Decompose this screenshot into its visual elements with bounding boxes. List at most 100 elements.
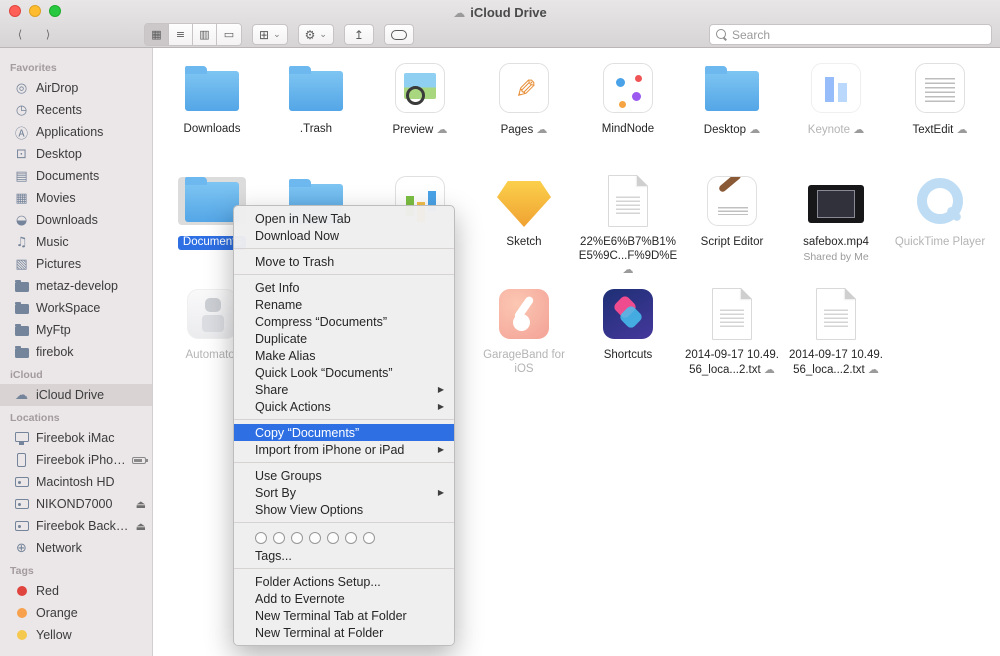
close-button[interactable]	[9, 5, 21, 17]
menu-item-rename[interactable]: Rename	[234, 296, 454, 313]
sidebar-item-movies[interactable]: ▦Movies	[0, 187, 152, 209]
sidebar-item-firebok[interactable]: firebok	[0, 341, 152, 363]
share-button[interactable]: ↥	[344, 24, 374, 45]
menu-item-make-alias[interactable]: Make Alias	[234, 347, 454, 364]
column-view-button[interactable]: ▥	[193, 24, 217, 45]
back-button[interactable]: ⟨	[8, 24, 32, 45]
sidebar-item-myftp[interactable]: MyFtp	[0, 319, 152, 341]
menu-item-copy-documents[interactable]: Copy “Documents”	[234, 424, 454, 441]
file-trash-folder[interactable]: .Trash	[264, 59, 368, 172]
keynote-app-icon	[811, 63, 861, 113]
sidebar-item-fireebok-iphone[interactable]: Fireebok iPhone	[0, 449, 152, 471]
menu-item-share[interactable]: Share▶	[234, 381, 454, 398]
folder-icon	[15, 282, 29, 292]
text-file-icon	[712, 288, 752, 340]
file-sketch-app[interactable]: Sketch	[472, 172, 576, 285]
tag-circle[interactable]	[345, 532, 357, 544]
sidebar-item-tag-red[interactable]: Red	[0, 580, 152, 602]
sidebar-item-applications[interactable]: ⒶApplications	[0, 121, 152, 143]
cloud-icon: ☁	[13, 388, 30, 403]
submenu-arrow-icon: ▶	[438, 402, 444, 411]
tag-circle[interactable]	[255, 532, 267, 544]
search-input[interactable]	[732, 28, 985, 42]
imac-icon	[15, 432, 29, 442]
menu-item-get-info[interactable]: Get Info	[234, 279, 454, 296]
sidebar-item-nikond7000[interactable]: NIKOND7000⏏	[0, 493, 152, 515]
menu-item-new-terminal[interactable]: New Terminal at Folder	[234, 624, 454, 641]
forward-button[interactable]: ⟩	[36, 24, 60, 45]
menu-item-import-from-iphone[interactable]: Import from iPhone or iPad▶	[234, 441, 454, 458]
sidebar-item-recents[interactable]: ◷Recents	[0, 99, 152, 121]
sidebar-item-desktop[interactable]: ⊡Desktop	[0, 143, 152, 165]
menu-item-compress[interactable]: Compress “Documents”	[234, 313, 454, 330]
list-view-button[interactable]: ≡	[169, 24, 193, 45]
menu-separator	[234, 522, 454, 523]
minimize-button[interactable]	[29, 5, 41, 17]
textedit-app-icon	[915, 63, 965, 113]
sidebar-item-downloads[interactable]: ◒Downloads	[0, 209, 152, 231]
menu-item-add-to-evernote[interactable]: Add to Evernote	[234, 590, 454, 607]
search-icon	[716, 29, 728, 41]
menu-item-sort-by[interactable]: Sort By▶	[234, 484, 454, 501]
group-icon: ⊞	[259, 28, 269, 42]
desktop-icon: ⊡	[13, 147, 30, 162]
cloud-icon: ☁	[437, 123, 448, 136]
menu-item-show-view-options[interactable]: Show View Options	[234, 501, 454, 518]
eject-icon[interactable]: ⏏	[136, 498, 146, 511]
file-desktop-folder[interactable]: Desktop ☁	[680, 59, 784, 172]
menu-item-quick-look[interactable]: Quick Look “Documents”	[234, 364, 454, 381]
file-2014-txt-2[interactable]: 2014-09-17 10.49.56_loca...2.txt ☁	[784, 285, 888, 398]
menu-item-move-to-trash[interactable]: Move to Trash	[234, 253, 454, 270]
sidebar-item-airdrop[interactable]: ◎AirDrop	[0, 77, 152, 99]
menu-item-download-now[interactable]: Download Now	[234, 227, 454, 244]
search-field[interactable]	[709, 24, 992, 45]
menu-item-use-groups[interactable]: Use Groups	[234, 467, 454, 484]
file-garageband-app[interactable]: GarageBand for iOS	[472, 285, 576, 398]
file-textedit-app[interactable]: TextEdit ☁	[888, 59, 992, 172]
sidebar-item-documents[interactable]: ▤Documents	[0, 165, 152, 187]
file-pages-app[interactable]: Pages ☁	[472, 59, 576, 172]
sidebar-item-network[interactable]: ⊕Network	[0, 537, 152, 559]
sidebar-item-tag-yellow[interactable]: Yellow	[0, 624, 152, 646]
file-mindnode-app[interactable]: MindNode	[576, 59, 680, 172]
zoom-button[interactable]	[49, 5, 61, 17]
sidebar-item-tag-orange[interactable]: Orange	[0, 602, 152, 624]
tag-circle[interactable]	[363, 532, 375, 544]
eject-icon[interactable]: ⏏	[136, 520, 146, 533]
menu-item-tags[interactable]: Tags...	[234, 547, 454, 564]
tag-circle[interactable]	[273, 532, 285, 544]
edit-tags-button[interactable]	[384, 24, 414, 45]
sidebar-item-fireebok-imac[interactable]: Fireebok iMac	[0, 427, 152, 449]
window-header: ☁ iCloud Drive ⟨ ⟩ ▦ ≡ ▥ ▭ ⊞ ⌄ ⚙ ⌄	[0, 0, 1000, 48]
file-preview-app[interactable]: Preview ☁	[368, 59, 472, 172]
menu-item-duplicate[interactable]: Duplicate	[234, 330, 454, 347]
file-script-editor-app[interactable]: Script Editor	[680, 172, 784, 285]
sidebar-item-macintosh-hd[interactable]: Macintosh HD	[0, 471, 152, 493]
tag-circle[interactable]	[309, 532, 321, 544]
sidebar-item-fireebok-backup[interactable]: Fireebok Backu...⏏	[0, 515, 152, 537]
file-encoded-txt[interactable]: 22%E6%B7%B1%E5%9C...F%9D%E ☁	[576, 172, 680, 285]
gallery-view-button[interactable]: ▭	[217, 24, 241, 45]
tag-circle[interactable]	[327, 532, 339, 544]
tag-circle[interactable]	[291, 532, 303, 544]
sidebar-item-music[interactable]: ♫Music	[0, 231, 152, 253]
menu-item-folder-actions-setup[interactable]: Folder Actions Setup...	[234, 573, 454, 590]
file-downloads-folder[interactable]: Downloads	[160, 59, 264, 172]
file-keynote-app[interactable]: Keynote ☁	[784, 59, 888, 172]
menu-item-quick-actions[interactable]: Quick Actions▶	[234, 398, 454, 415]
action-button[interactable]: ⚙ ⌄	[298, 24, 334, 45]
menu-item-new-terminal-tab[interactable]: New Terminal Tab at Folder	[234, 607, 454, 624]
sidebar-item-workspace[interactable]: WorkSpace	[0, 297, 152, 319]
download-icon: ◒	[13, 213, 30, 228]
menu-item-open-in-new-tab[interactable]: Open in New Tab	[234, 210, 454, 227]
file-2014-txt-1[interactable]: 2014-09-17 10.49.56_loca...2.txt ☁	[680, 285, 784, 398]
file-safebox-mp4[interactable]: safebox.mp4 Shared by Me	[784, 172, 888, 285]
file-shortcuts-app[interactable]: Shortcuts	[576, 285, 680, 398]
group-button[interactable]: ⊞ ⌄	[252, 24, 288, 45]
sidebar-item-icloud-drive[interactable]: ☁iCloud Drive	[0, 384, 152, 406]
garageband-app-icon	[499, 289, 549, 339]
sidebar-item-metaz-develop[interactable]: metaz-develop	[0, 275, 152, 297]
file-quicktime-app[interactable]: QuickTime Player	[888, 172, 992, 285]
icon-view-button[interactable]: ▦	[145, 24, 169, 45]
sidebar-item-pictures[interactable]: ▧Pictures	[0, 253, 152, 275]
